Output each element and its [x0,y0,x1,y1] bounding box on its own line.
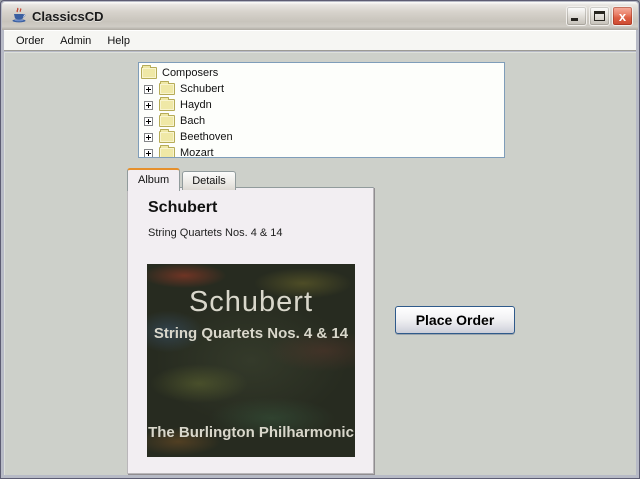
folder-icon [159,129,175,143]
album-title: Schubert [148,199,218,216]
tree-node-label: Schubert [180,83,225,95]
cover-orchestra: The Burlington Philharmonic [148,424,354,441]
application-window: ClassicsCD x Order Admin Help Composers … [0,0,640,479]
minimize-button[interactable] [566,6,587,26]
tree-node-beethoven[interactable]: Beethoven [141,129,504,145]
tree-node-label: Haydn [180,99,212,111]
album-subtitle: String Quartets Nos. 4 & 14 [148,227,283,239]
album-panel: Schubert String Quartets Nos. 4 & 14 Sch… [127,187,374,474]
tab-album[interactable]: Album [127,168,181,191]
tree-node-label: Composers [162,67,219,79]
tab-strip: Album Details [127,168,238,191]
tree-node-bach[interactable]: Bach [141,113,504,129]
maximize-button[interactable] [589,6,610,26]
tree-node-label: Bach [180,115,206,127]
place-order-button[interactable]: Place Order [395,306,515,334]
album-cover-image: Schubert String Quartets Nos. 4 & 14 The… [147,264,355,457]
menu-admin[interactable]: Admin [52,33,99,49]
close-icon: x [618,9,627,24]
expand-icon[interactable] [144,84,153,94]
folder-icon [159,145,175,157]
cover-composer: Schubert [188,286,314,318]
expand-icon[interactable] [144,148,153,157]
expand-icon[interactable] [144,100,153,110]
title-bar[interactable]: ClassicsCD x [2,2,638,30]
tab-details[interactable]: Details [182,171,236,190]
window-title: ClassicsCD [32,8,104,24]
expand-icon[interactable] [144,116,153,126]
folder-icon [159,97,175,111]
tree-node-label: Mozart [180,147,214,158]
java-cup-icon [12,7,26,23]
tree-node-haydn[interactable]: Haydn [141,97,504,113]
menu-bar: Order Admin Help [4,30,636,51]
composer-tree[interactable]: Composers Schubert Haydn Bach Beethoven [138,62,505,158]
close-button[interactable]: x [612,6,633,26]
tree-node-label: Beethoven [180,131,233,143]
minimize-icon [571,18,578,21]
menu-help[interactable]: Help [99,33,138,49]
folder-icon [141,65,157,79]
tree-node-composers[interactable]: Composers [141,65,504,81]
menu-order[interactable]: Order [8,33,52,49]
content-area: Composers Schubert Haydn Bach Beethoven [4,52,636,475]
folder-icon [159,81,175,95]
maximize-icon [594,11,605,21]
tree-node-schubert[interactable]: Schubert [141,81,504,97]
tree-node-mozart[interactable]: Mozart [141,145,504,158]
cover-work-title: String Quartets Nos. 4 & 14 [153,325,349,342]
expand-icon[interactable] [144,132,153,142]
folder-icon [159,113,175,127]
